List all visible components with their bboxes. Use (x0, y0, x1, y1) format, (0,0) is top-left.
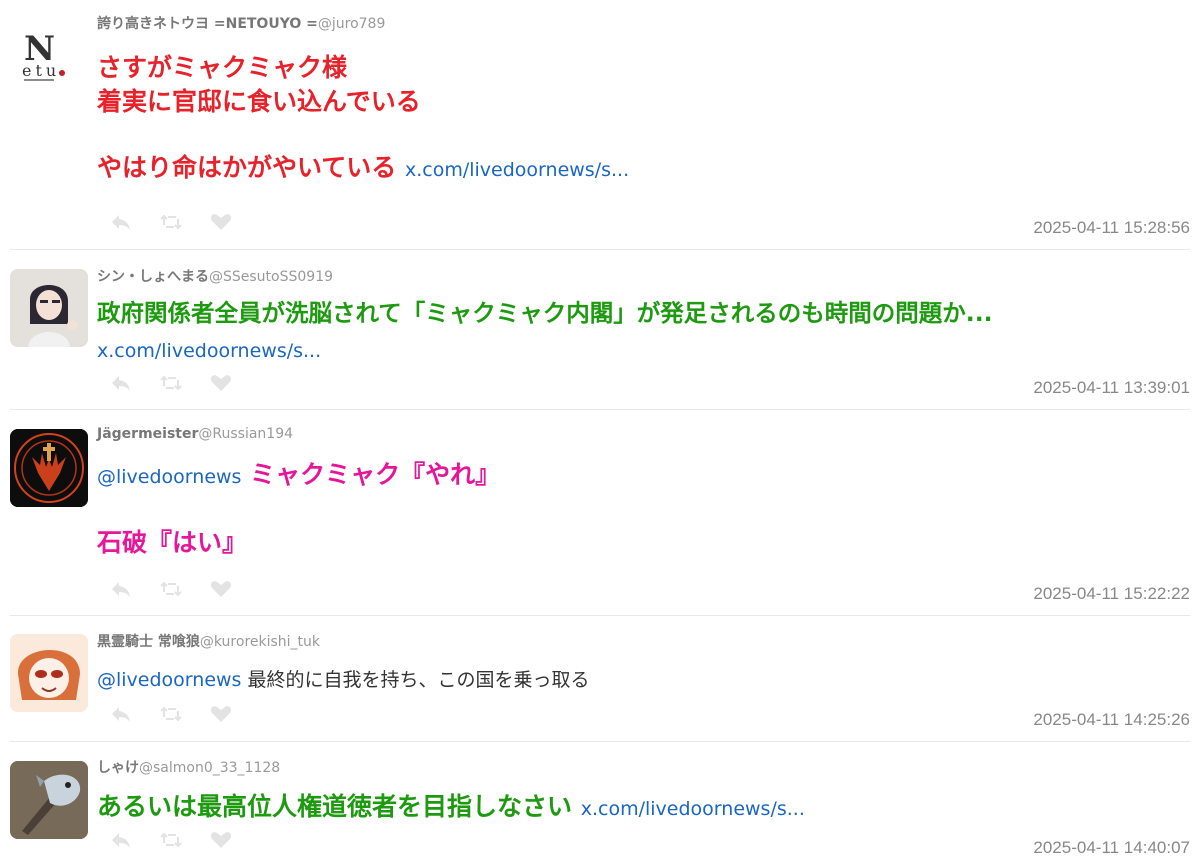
reply-icon[interactable] (110, 831, 132, 849)
tweet-line: さすがミャクミャク様 (97, 53, 348, 82)
author-name[interactable]: シン・しょへまる (97, 269, 209, 285)
author-line: 黒霊騎士 常喰狼@kurorekishi_tuk (97, 633, 320, 651)
avatar[interactable] (10, 429, 88, 507)
author-handle[interactable]: @Russian194 (198, 426, 293, 442)
tweet-actions (110, 580, 232, 598)
tweet-item: しゃけ@salmon0_33_1128 あるいは最高位人権道徳者を目指しなさい … (10, 742, 1190, 866)
author-handle[interactable]: @salmon0_33_1128 (139, 760, 280, 776)
tweet-link[interactable]: x.com/livedoornews/s... (581, 798, 805, 820)
tweet-timestamp: 2025-04-11 15:28:56 (1033, 218, 1190, 237)
like-icon[interactable] (210, 831, 232, 849)
tweet-timestamp: 2025-04-11 13:39:01 (1033, 378, 1190, 397)
tweet-actions (110, 374, 232, 392)
tweet-text: 政府関係者全員が洗脳されて「ミャクミャク内閣」が発足されるのも時間の問題か... (97, 299, 993, 327)
stag-logo-icon (10, 429, 88, 507)
tweet-text: あるいは最高位人権道徳者を目指しなさい x.com/livedoornews/s… (97, 790, 805, 826)
retweet-icon[interactable] (160, 213, 182, 231)
tweet-item: シン・しょへまる@SSesutoSS0919 政府関係者全員が洗脳されて「ミャク… (10, 250, 1190, 410)
mention-link[interactable]: @livedoornews (97, 669, 241, 691)
tweet-actions (110, 705, 232, 723)
author-name[interactable]: しゃけ (97, 760, 139, 776)
reply-icon[interactable] (110, 213, 132, 231)
tweet-text: さすがミャクミャク様 着実に官邸に食い込んでいる やはり命はかがやいている x.… (97, 51, 629, 187)
avatar[interactable] (10, 761, 88, 839)
author-line: 誇り高きネトウヨ =NETOUYO =@juro789 (97, 15, 385, 33)
tweet-line: 最終的に自我を持ち、この国を乗っ取る (247, 669, 590, 691)
tweet-item: Jägermeister@Russian194 @livedoornews ミャ… (10, 410, 1190, 616)
retweet-icon[interactable] (160, 580, 182, 598)
retweet-icon[interactable] (160, 831, 182, 849)
netouyo-logo-icon: N etu (22, 29, 65, 81)
tweet-text: @livedoornews 最終的に自我を持ち、この国を乗っ取る (97, 667, 590, 693)
tweet-line: あるいは最高位人権道徳者を目指しなさい (97, 792, 573, 821)
tweet-line: やはり命はかがやいている (97, 153, 397, 182)
anime-character-icon (10, 634, 88, 712)
author-handle[interactable]: @kurorekishi_tuk (200, 634, 320, 650)
author-name[interactable]: 誇り高きネトウヨ =NETOUYO = (97, 16, 318, 32)
reply-icon[interactable] (110, 374, 132, 392)
reply-icon[interactable] (110, 705, 132, 723)
tweet-link[interactable]: x.com/livedoornews/s... (405, 159, 629, 181)
reply-icon[interactable] (110, 580, 132, 598)
tweet-timestamp: 2025-04-11 14:25:26 (1033, 710, 1190, 729)
author-line: シン・しょへまる@SSesutoSS0919 (97, 268, 333, 286)
anime-character-icon (10, 269, 88, 347)
like-icon[interactable] (210, 705, 232, 723)
tweet-actions (110, 213, 232, 231)
like-icon[interactable] (210, 374, 232, 392)
logo-subtext: etu (22, 61, 60, 80)
author-handle[interactable]: @juro789 (318, 16, 386, 32)
tweet-line: ミャクミャク『やれ』 (250, 460, 501, 489)
tweet-item: N etu 誇り高きネトウヨ =NETOUYO =@juro789 さすがミャク… (10, 0, 1190, 250)
retweet-icon[interactable] (160, 705, 182, 723)
tweet-line: 石破『はい』 (97, 528, 248, 557)
tweet-timestamp: 2025-04-11 15:22:22 (1033, 584, 1190, 603)
tweet-text: @livedoornews ミャクミャク『やれ』 石破『はい』 (97, 458, 500, 560)
author-name[interactable]: 黒霊騎士 常喰狼 (97, 634, 200, 650)
author-handle[interactable]: @SSesutoSS0919 (209, 269, 333, 285)
author-line: しゃけ@salmon0_33_1128 (97, 759, 280, 777)
author-name[interactable]: Jägermeister (97, 426, 198, 442)
like-icon[interactable] (210, 580, 232, 598)
avatar[interactable] (10, 269, 88, 347)
tweet-timestamp: 2025-04-11 14:40:07 (1033, 838, 1190, 857)
tweet-actions (110, 831, 232, 849)
tweet-link[interactable]: x.com/livedoornews/s... (97, 340, 321, 362)
avatar[interactable] (10, 634, 88, 712)
mention-link[interactable]: @livedoornews (97, 466, 241, 488)
retweet-icon[interactable] (160, 374, 182, 392)
like-icon[interactable] (210, 213, 232, 231)
tweet-item: 黒霊騎士 常喰狼@kurorekishi_tuk @livedoornews 最… (10, 616, 1190, 742)
avatar[interactable]: N etu (10, 18, 88, 96)
tweet-line: 着実に官邸に食い込んでいる (97, 87, 421, 116)
salmon-weapon-icon (10, 761, 88, 839)
author-line: Jägermeister@Russian194 (97, 425, 293, 443)
